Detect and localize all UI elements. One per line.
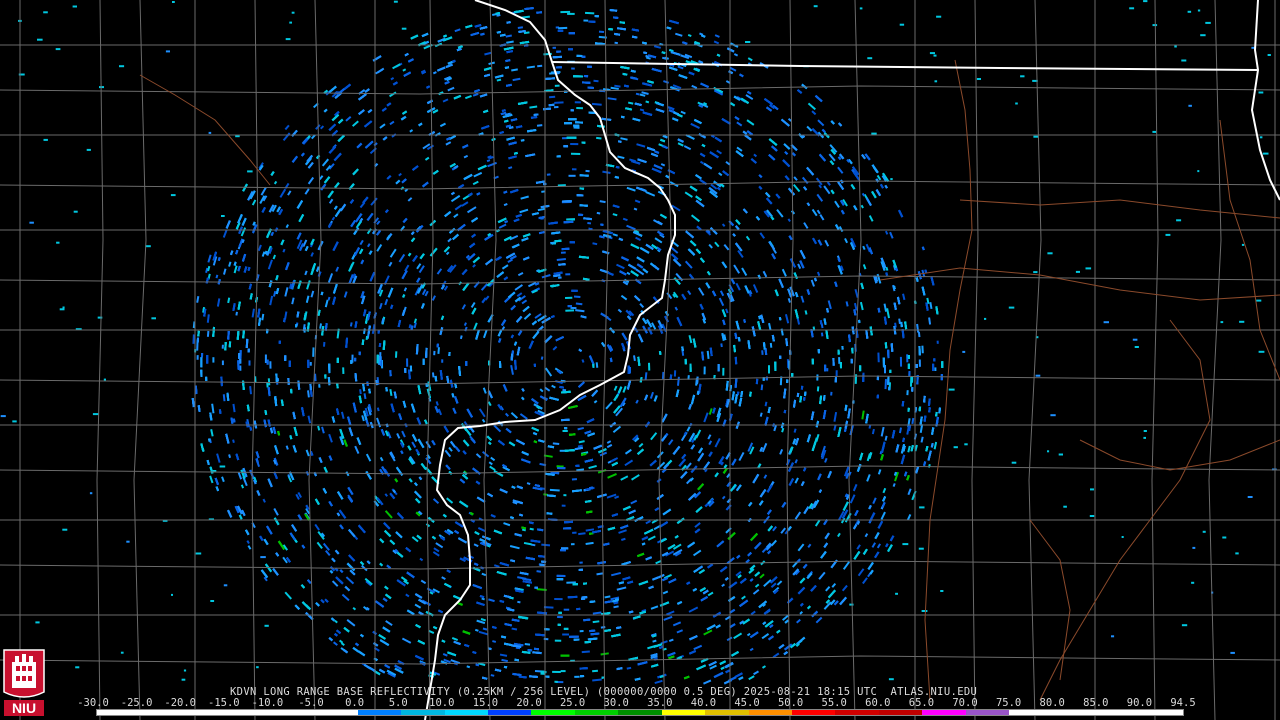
colorbar-tick-labels: -30.0 -25.0 -20.0 -15.0 -10.0 -5.0 0.0 5.0 10.0 1… (77, 697, 1196, 709)
colorbar-tick-label: -20.0 (164, 697, 196, 709)
colorbar-segment (531, 710, 575, 715)
niu-logo: NIU (3, 649, 45, 716)
colorbar-tick-label: 70.0 (952, 697, 978, 709)
colorbar-tick-label: 94.5 (1170, 697, 1196, 709)
colorbar-tick-label: 20.0 (516, 697, 542, 709)
colorbar-segment (1052, 710, 1097, 715)
colorbar-tick-label: 10.0 (429, 697, 455, 709)
colorbar-segment (1139, 710, 1183, 715)
colorbar-tick-label: 40.0 (690, 697, 717, 709)
colorbar-tick-label: 90.0 (1126, 697, 1153, 709)
colorbar-segment (792, 710, 836, 715)
colorbar-tick-label: 30.0 (603, 697, 629, 709)
colorbar-segment (270, 710, 315, 715)
colorbar-segment (444, 710, 488, 715)
colorbar-tick-label: 50.0 (777, 697, 804, 709)
colorbar-segment (965, 710, 1010, 715)
colorbar-segment (878, 710, 923, 715)
niu-seal-icon (3, 649, 45, 698)
colorbar-segment (227, 710, 271, 715)
colorbar-tick-label: 65.0 (908, 697, 935, 709)
colorbar-tick-label: 55.0 (821, 697, 847, 709)
colorbar-tick-label: 80.0 (1039, 697, 1065, 709)
map-background (0, 0, 1280, 720)
colorbar-segment (487, 710, 532, 715)
colorbar-tick-label: -10.0 (251, 697, 284, 709)
radar-map (0, 0, 1280, 720)
colorbar-segment (357, 710, 402, 715)
colorbar-segment (618, 710, 662, 715)
colorbar-tick-label: 35.0 (647, 697, 673, 709)
reflectivity-colorbar (96, 709, 1184, 716)
colorbar-tick-label: -5.0 (298, 697, 324, 709)
colorbar-tick-label: 60.0 (865, 697, 891, 709)
niu-wordmark: NIU (12, 700, 36, 716)
colorbar-tick-label: 15.0 (472, 697, 499, 709)
colorbar-segment (314, 710, 358, 715)
colorbar-segment (835, 710, 879, 715)
colorbar-segment (705, 710, 749, 715)
colorbar-segment (140, 710, 184, 715)
colorbar-segment (1009, 710, 1053, 715)
colorbar-tick-label: 25.0 (559, 697, 586, 709)
colorbar-segment (574, 710, 619, 715)
colorbar-tick-label: -25.0 (120, 697, 153, 709)
colorbar-tick-label: 45.0 (734, 697, 760, 709)
radar-site-marker (562, 359, 574, 371)
colorbar-segment (97, 710, 141, 715)
colorbar-segment (401, 710, 445, 715)
colorbar-tick-label: 85.0 (1083, 697, 1109, 709)
colorbar-tick-label: 75.0 (995, 697, 1022, 709)
colorbar-tick-label: -15.0 (207, 697, 240, 709)
colorbar-segment (1096, 710, 1140, 715)
colorbar-segment (748, 710, 792, 715)
colorbar-segment (922, 710, 966, 715)
colorbar-tick-label: 5.0 (388, 697, 408, 709)
colorbar-tick-label: -30.0 (77, 697, 109, 709)
colorbar-tick-label: 0.0 (345, 697, 365, 709)
colorbar-segment (661, 710, 706, 715)
colorbar-segment (183, 710, 228, 715)
